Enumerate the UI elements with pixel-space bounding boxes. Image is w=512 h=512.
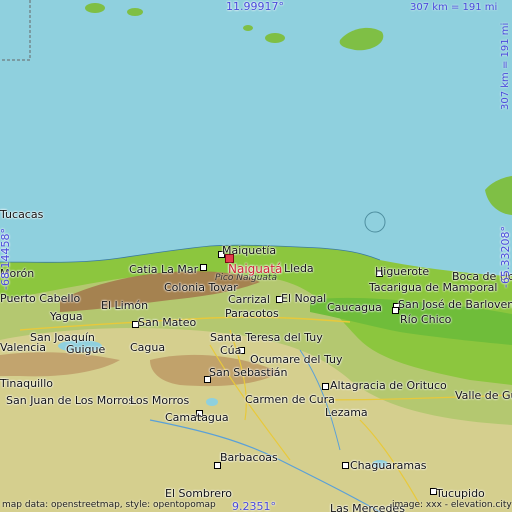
- place-label[interactable]: San Sebastián: [209, 367, 287, 379]
- attribution-left: map data: openstreetmap, style: opentopo…: [2, 500, 216, 510]
- place-label[interactable]: Cagua: [130, 342, 165, 354]
- place-label[interactable]: Carrizal: [228, 294, 270, 306]
- place-label[interactable]: Yagua: [50, 311, 83, 323]
- latitude-top-label: 11.99917°: [226, 0, 284, 13]
- place-dot: [392, 307, 399, 314]
- place-label[interactable]: San Mateo: [138, 317, 196, 329]
- place-label[interactable]: Tacarigua de Mamporal: [369, 282, 497, 294]
- place-dot: [342, 462, 349, 469]
- place-label[interactable]: Lezama: [325, 407, 368, 419]
- place-label[interactable]: Camatagua: [165, 412, 229, 424]
- place-label[interactable]: Los Morros: [130, 395, 189, 407]
- latitude-bottom-label: 9.2351°: [232, 500, 276, 512]
- place-label[interactable]: Tucupido: [436, 488, 485, 500]
- highlighted-place-label[interactable]: Naiguatá: [228, 262, 282, 276]
- place-label[interactable]: Cúa: [220, 345, 241, 357]
- place-label[interactable]: El Limón: [101, 300, 148, 312]
- attribution-right: image: xxx - elevation.city: [392, 500, 512, 510]
- scale-vertical-label: 307 km = 191 mi: [500, 22, 511, 110]
- place-label[interactable]: Puerto Cabello: [0, 293, 80, 305]
- place-label[interactable]: Caucagua: [327, 302, 382, 314]
- place-label[interactable]: San José de Barlovento: [398, 299, 512, 311]
- place-dot: [322, 383, 329, 390]
- place-label[interactable]: Tucacas: [0, 209, 43, 221]
- place-label[interactable]: Higuerote: [375, 266, 429, 278]
- longitude-right-label: -65.33208°: [499, 226, 512, 288]
- place-label[interactable]: Chaguaramas: [350, 460, 427, 472]
- place-label[interactable]: Paracotos: [225, 308, 279, 320]
- place-label[interactable]: Valle de Guanape: [455, 390, 512, 402]
- place-label[interactable]: Carmen de Cura: [245, 394, 335, 406]
- place-label[interactable]: Colonia Tovar: [164, 282, 238, 294]
- place-label[interactable]: Valencia: [0, 342, 46, 354]
- longitude-left-label: -68.14458°: [0, 228, 12, 290]
- place-dot: [200, 264, 207, 271]
- place-label[interactable]: Tinaquillo: [0, 378, 53, 390]
- place-label[interactable]: Barbacoas: [220, 452, 278, 464]
- place-label[interactable]: El Nogal: [281, 293, 326, 305]
- scale-horizontal-label: 307 km = 191 mi: [410, 2, 498, 13]
- place-label[interactable]: Río Chico: [400, 314, 451, 326]
- place-label[interactable]: Ocumare del Tuy: [250, 354, 343, 366]
- place-label[interactable]: Lleda: [284, 263, 314, 275]
- place-label[interactable]: Santa Teresa del Tuy: [210, 332, 323, 344]
- place-label[interactable]: Guigue: [66, 344, 105, 356]
- place-label[interactable]: El Sombrero: [165, 488, 232, 500]
- place-label[interactable]: San Juan de Los Morros: [6, 395, 134, 407]
- place-label[interactable]: Catia La Mar: [129, 264, 198, 276]
- place-label[interactable]: Altagracia de Orituco: [330, 380, 447, 392]
- map-view[interactable]: Maiquetía Catia La Mar Colonia Tovar Car…: [0, 0, 512, 512]
